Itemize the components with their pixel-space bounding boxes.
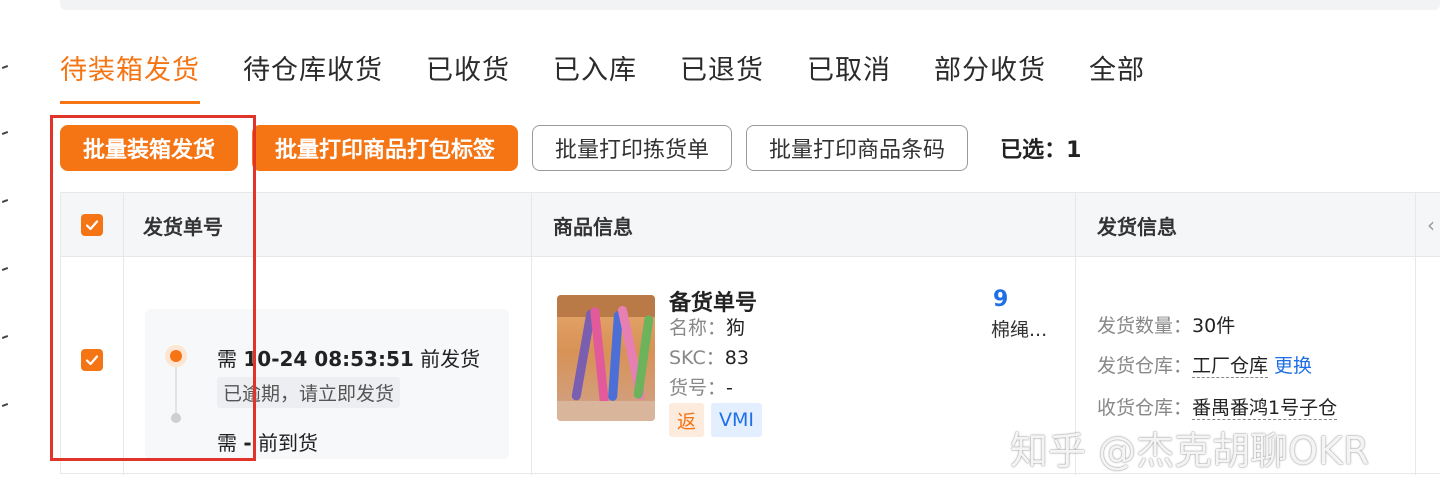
return-tag: 返 — [669, 403, 705, 437]
deadline-timeline: 需 10-24 08:53:51 前发货 已逾期，请立即发货 需 - 前到货 — [145, 309, 509, 459]
tab-pending-warehouse-receipt[interactable]: 待仓库收货 — [243, 48, 383, 104]
tab-stocked[interactable]: 已入库 — [553, 48, 637, 104]
rail-tick — [1, 131, 9, 135]
row-checkbox[interactable] — [81, 349, 103, 371]
rail-tick — [1, 335, 9, 339]
left-rail — [0, 0, 18, 500]
rail-tick — [1, 403, 9, 407]
change-warehouse-link[interactable]: 更换 — [1274, 355, 1312, 377]
zhihu-watermark: 知乎 @杰克胡聊OKR — [1010, 429, 1370, 473]
ship-warehouse-value: 工厂仓库 — [1192, 355, 1269, 378]
tab-returned[interactable]: 已退货 — [680, 48, 764, 104]
arrival-deadline: 需 - 前到货 — [217, 431, 319, 455]
tab-cancelled[interactable]: 已取消 — [807, 48, 891, 104]
table-header: 发货单号 商品信息 发货信息 ‹ — [61, 193, 1440, 257]
vmi-tag: VMI — [711, 403, 762, 437]
batch-print-picklist-button[interactable]: 批量打印拣货单 — [532, 125, 733, 171]
product-sku: 货号：- — [669, 377, 733, 399]
product-order-link[interactable]: 9 — [993, 287, 1008, 312]
arrival-deadline-time: - — [243, 431, 252, 455]
timeline-connector — [175, 367, 177, 415]
batch-print-barcodes-button[interactable]: 批量打印商品条码 — [746, 125, 969, 171]
header-more-indicator: ‹ — [1427, 213, 1435, 237]
tab-partial-received[interactable]: 部分收货 — [934, 48, 1046, 104]
product-name: 名称：狗 — [669, 317, 746, 339]
overdue-warning: 已逾期，请立即发货 — [217, 377, 401, 408]
check-icon — [85, 220, 99, 231]
select-all-checkbox[interactable] — [81, 214, 103, 236]
receive-warehouse: 收货仓库：番禺番鸿1号子仓 — [1097, 397, 1338, 420]
batch-toolbar: 批量装箱发货 批量打印商品打包标签 批量打印拣货单 批量打印商品条码 已选：1 — [60, 124, 1081, 172]
status-tabs: 待装箱发货 待仓库收货 已收货 已入库 已退货 已取消 部分收货 全部 — [60, 48, 1188, 104]
ship-deadline-time: 10-24 08:53:51 — [243, 347, 414, 371]
column-divider — [531, 193, 532, 475]
column-divider — [123, 193, 124, 475]
rail-tick — [1, 65, 9, 69]
row-select-cell — [81, 349, 103, 371]
tab-all[interactable]: 全部 — [1089, 48, 1145, 104]
product-skc: SKC：83 — [669, 347, 749, 369]
top-filter-bar — [60, 0, 1440, 10]
timeline-active-dot — [165, 345, 187, 367]
batch-print-package-labels-button[interactable]: 批量打印商品打包标签 — [252, 125, 519, 171]
rail-tick — [1, 267, 9, 271]
selected-count: 已选：1 — [1000, 138, 1082, 163]
timeline-pending-dot — [171, 413, 181, 423]
ship-deadline: 需 10-24 08:53:51 前发货 — [217, 347, 481, 371]
check-icon — [85, 355, 99, 366]
tab-received[interactable]: 已收货 — [426, 48, 510, 104]
rail-tick — [1, 199, 9, 203]
ship-quantity: 发货数量：30件 — [1097, 315, 1236, 337]
header-shipment-no: 发货单号 — [143, 214, 223, 239]
tab-pending-pack[interactable]: 待装箱发货 — [60, 48, 200, 104]
column-divider — [1415, 193, 1416, 475]
select-all-cell — [81, 193, 103, 257]
batch-pack-ship-button[interactable]: 批量装箱发货 — [60, 125, 239, 171]
receive-warehouse-value: 番禺番鸿1号子仓 — [1192, 397, 1338, 420]
header-product-info: 商品信息 — [553, 214, 633, 239]
product-thumbnail[interactable] — [557, 295, 655, 421]
ship-warehouse: 发货仓库：工厂仓库 更换 — [1097, 355, 1313, 378]
product-name-tail: 棉绳... — [991, 319, 1048, 341]
header-shipping-info: 发货信息 — [1097, 214, 1177, 239]
